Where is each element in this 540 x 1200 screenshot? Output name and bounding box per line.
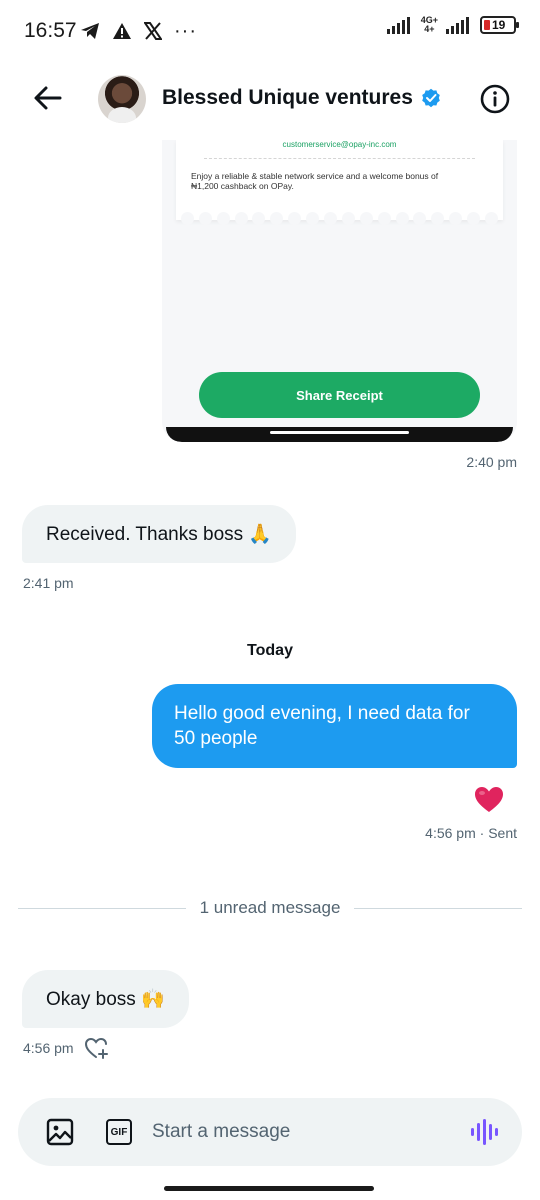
message-composer: GIF [18,1098,522,1166]
divider [18,907,186,909]
message-time: 4:56 pm [23,1040,74,1056]
signal-icon [386,17,410,34]
outgoing-message[interactable]: Hello good evening, I need data for 50 p… [152,684,517,768]
network-sub-label: 4+ [424,24,435,34]
share-receipt-button: Share Receipt [199,372,480,418]
status-time: 16:57 [24,19,77,42]
message-time: 2:40 pm [466,454,517,470]
status-bar: 16:57 ··· 4G+ 4+ 19 [0,0,540,62]
voice-message-icon[interactable] [470,1118,502,1146]
receipt-promo-text: Enjoy a reliable & stable network servic… [191,171,439,191]
avatar[interactable] [98,75,146,123]
receipt-scallop-edge [176,212,503,228]
x-logo-icon [144,22,162,40]
message-time: 2:41 pm [23,575,74,591]
conversation-header: Blessed Unique ventures [0,62,540,138]
contact-title[interactable]: Blessed Unique ventures [162,86,441,110]
system-icons: 4G+ 4+ 19 [386,16,519,34]
battery-icon: 19 [480,16,519,34]
divider [354,907,523,909]
network-type: 4G+ 4+ [421,16,438,34]
image-icon[interactable] [46,1118,74,1146]
notification-icons: ··· [80,18,197,44]
receipt-divider [204,158,475,159]
heart-icon [475,787,503,812]
message-text: Hello good evening, I need data for 50 p… [174,703,470,749]
battery-level: 19 [492,18,506,32]
message-status: 4:56 pm · Sent [425,825,517,841]
message-input[interactable] [152,1118,452,1146]
gif-button[interactable]: GIF [106,1119,132,1145]
unread-label: 1 unread message [199,898,341,917]
day-separator: Today [247,642,293,659]
message-text: Okay boss 🙌 [46,989,165,1010]
signal-icon-2 [446,17,469,34]
screenshot-nav-bar [166,427,513,442]
more-notifications-icon: ··· [174,19,197,42]
warning-icon [113,23,131,39]
receipt-email: customerservice@opay-inc.com [282,140,397,149]
verified-badge-icon [422,88,440,108]
home-indicator[interactable] [164,1186,374,1191]
back-arrow-icon[interactable] [30,80,66,116]
receipt-image-message[interactable]: customerservice@opay-inc.com Enjoy a rel… [162,140,517,442]
add-reaction-icon[interactable] [84,1036,110,1060]
contact-name: Blessed Unique ventures [162,86,413,109]
reaction-heart[interactable]: ❤️ [474,786,504,814]
info-icon[interactable] [480,84,510,114]
receipt-paper: customerservice@opay-inc.com Enjoy a rel… [176,140,503,220]
message-text: Received. Thanks boss 🙏 [46,524,273,545]
incoming-message[interactable]: Okay boss 🙌 [22,970,189,1028]
telegram-icon [81,23,99,39]
unread-separator: 1 unread message [18,897,523,919]
incoming-message[interactable]: Received. Thanks boss 🙏 [22,505,297,563]
